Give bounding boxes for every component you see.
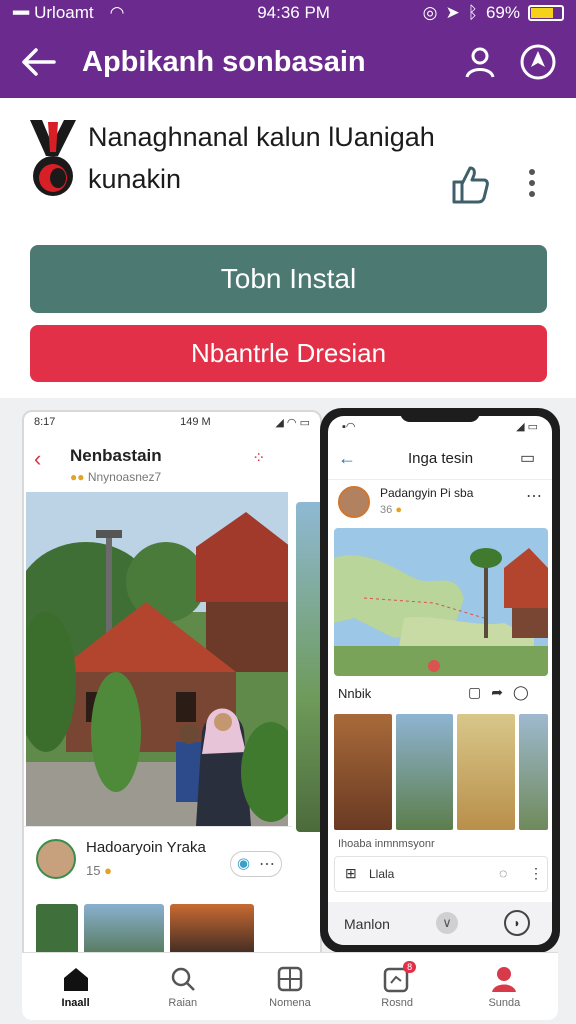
photo-tiles: [334, 714, 549, 830]
temple-photo[interactable]: [26, 492, 288, 826]
book-icon[interactable]: ▭: [520, 448, 535, 468]
search-icon: [171, 967, 195, 991]
home-icon: [63, 967, 88, 991]
bottom-nav: Inaall Raian Nomena 8 Rosnd Sunda: [22, 952, 558, 1020]
app-logo-icon: [28, 116, 78, 206]
screenshot-phone-2[interactable]: ▪◠ ◢ ▭ ← Inga tesin ▭ Padangyin Pi sba 3…: [320, 408, 560, 953]
secondary-action-button[interactable]: Nbantrle Dresian: [30, 325, 547, 382]
status-time: 94:36 PM: [257, 3, 330, 22]
chat-icon[interactable]: ◯: [513, 684, 529, 701]
back-arrow-icon-2[interactable]: ←: [338, 448, 356, 469]
thumbnail-3[interactable]: [170, 904, 254, 956]
badge-icon: 8: [382, 960, 417, 993]
mini-signal-icon: ▪◠: [342, 421, 356, 433]
next-photo-peek[interactable]: [296, 502, 320, 832]
carrier-label: Urloamt: [34, 3, 94, 22]
screen2-footer: Manlon ∨ ◗: [328, 902, 552, 945]
grid-small-icon: ⊞: [345, 865, 357, 881]
nav-label-search: Raian: [168, 996, 198, 1009]
photo-tile-1[interactable]: [334, 714, 392, 830]
back-arrow-icon[interactable]: [16, 40, 60, 84]
nav-item-home[interactable]: Inaall: [31, 965, 121, 1009]
back-chevron-icon[interactable]: ‹: [34, 446, 41, 472]
refresh-icon: ◉: [237, 855, 251, 872]
comment-icon[interactable]: ▢: [468, 684, 481, 701]
nav-item-search[interactable]: Raian: [138, 965, 228, 1009]
mini-status-icons: ◢ ◠ ▭: [275, 417, 310, 429]
play-icon[interactable]: ◗: [504, 910, 530, 936]
wifi-icon: ◠: [109, 3, 125, 22]
screen1-subtitle: ●● Nnynoasnez7: [70, 470, 162, 484]
appbar-title: Apbikanh sonbasain: [82, 45, 366, 78]
bluetooth-icon: ᛒ: [467, 3, 478, 22]
photo-tile-2[interactable]: [395, 714, 454, 830]
share-icon[interactable]: ➦: [491, 684, 503, 701]
app-name: Nanaghnanal kalun lUanigah kunakin: [88, 122, 435, 194]
screen2-title: Inga tesin: [408, 450, 474, 467]
thumbs-up-icon[interactable]: [448, 162, 492, 206]
mini-icons-2: ◢ ▭: [516, 421, 538, 433]
mini-status-bar: 8:17 149 M ◢ ◠ ▭: [24, 412, 320, 433]
compass-icon[interactable]: [516, 40, 560, 84]
screen1-title: Nenbastain: [70, 446, 162, 465]
more-vert-icon[interactable]: [522, 166, 542, 200]
account-icon[interactable]: [458, 40, 502, 84]
more-pill-button[interactable]: ◉ ⋯: [230, 851, 282, 877]
nav-item-badge[interactable]: 8 Rosnd: [352, 960, 442, 1009]
dots-icon: ⋯: [259, 856, 275, 873]
screen2-actions: ▢ ➦ ◯: [468, 684, 529, 701]
profile-icon: [492, 966, 517, 992]
alarm-icon: ◎: [422, 3, 438, 22]
thumbnail-2[interactable]: [84, 904, 164, 956]
nav-item-grid[interactable]: Nomena: [245, 965, 335, 1009]
expand-icon[interactable]: ⁘: [252, 448, 265, 468]
screen2-caption: Ihoaba inmnmsyonr: [338, 838, 435, 850]
thumbnail-1[interactable]: [36, 904, 78, 956]
phone2-screen: ▪◠ ◢ ▭ ← Inga tesin ▭ Padangyin Pi sba 3…: [328, 416, 552, 945]
phone-notch: [400, 408, 480, 422]
nav-item-profile[interactable]: Sunda: [459, 965, 549, 1009]
emoji-icon-2: ●: [395, 504, 402, 516]
grid-icon: [277, 966, 303, 991]
screen1-user-count: 15 ●: [86, 863, 112, 878]
battery-icon: [528, 5, 564, 21]
emoji-icons: ●●: [70, 470, 85, 484]
nav-label-badge: Rosnd: [381, 996, 414, 1009]
screen2-header: ← Inga tesin ▭: [328, 444, 552, 480]
nav-label-grid: Nomena: [269, 996, 311, 1009]
screen1-user-name: Hadoaryoin Yraka: [86, 839, 206, 856]
bar-more-icon[interactable]: ⋮: [529, 865, 543, 882]
screen2-bar-label: Llala: [369, 867, 395, 881]
post-count: 36 ●: [380, 504, 402, 516]
app-header: Nanaghnanal kalun lUanigah kunakin: [28, 112, 552, 212]
post-avatar[interactable]: [338, 486, 370, 518]
emoji-icon: ●: [104, 863, 112, 878]
app-bar: Apbikanh sonbasain: [0, 26, 576, 98]
status-bar: ▪▪▪▪ Urloamt ◠ 94:36 PM ◎ ➤ ᛒ 69%: [0, 0, 576, 26]
signal-icon: ▪▪▪▪: [12, 3, 30, 22]
battery-percent: 69%: [485, 3, 520, 22]
screen2-action-bar[interactable]: ⊞ Llala ◌ ⋮: [334, 856, 548, 892]
screen2-footer-label: Manlon: [344, 916, 390, 932]
nav-label-profile: Sunda: [488, 996, 521, 1009]
screen2-section-label: Nnbik: [338, 686, 372, 701]
map-image[interactable]: [334, 528, 548, 676]
screen1-header: ‹ Nenbastain ●● Nnynoasnez7 ⁘: [24, 440, 320, 500]
chevron-down-icon[interactable]: ∨: [436, 912, 458, 934]
post-name: Padangyin Pi sba: [380, 486, 474, 500]
post-more-icon[interactable]: ⋯: [526, 486, 542, 506]
bubble-icon[interactable]: ◌: [499, 865, 507, 881]
notification-badge: 8: [403, 960, 417, 973]
location-icon: ➤: [445, 3, 460, 22]
photo-tile-3[interactable]: [457, 714, 516, 830]
install-button[interactable]: Tobn Instal: [30, 245, 547, 313]
user-avatar[interactable]: [36, 839, 76, 879]
screenshot-phone-1[interactable]: 8:17 149 M ◢ ◠ ▭ ‹ Nenbastain ●● Nnynoas…: [22, 410, 322, 970]
screen1-user-row: Hadoaryoin Yraka 15 ● ◉ ⋯: [24, 826, 292, 896]
mini-status-time: 8:17: [34, 416, 56, 428]
nav-label-home: Inaall: [61, 996, 90, 1009]
mini-status-mid: 149 M: [180, 416, 211, 428]
photo-tile-4[interactable]: [519, 714, 549, 830]
